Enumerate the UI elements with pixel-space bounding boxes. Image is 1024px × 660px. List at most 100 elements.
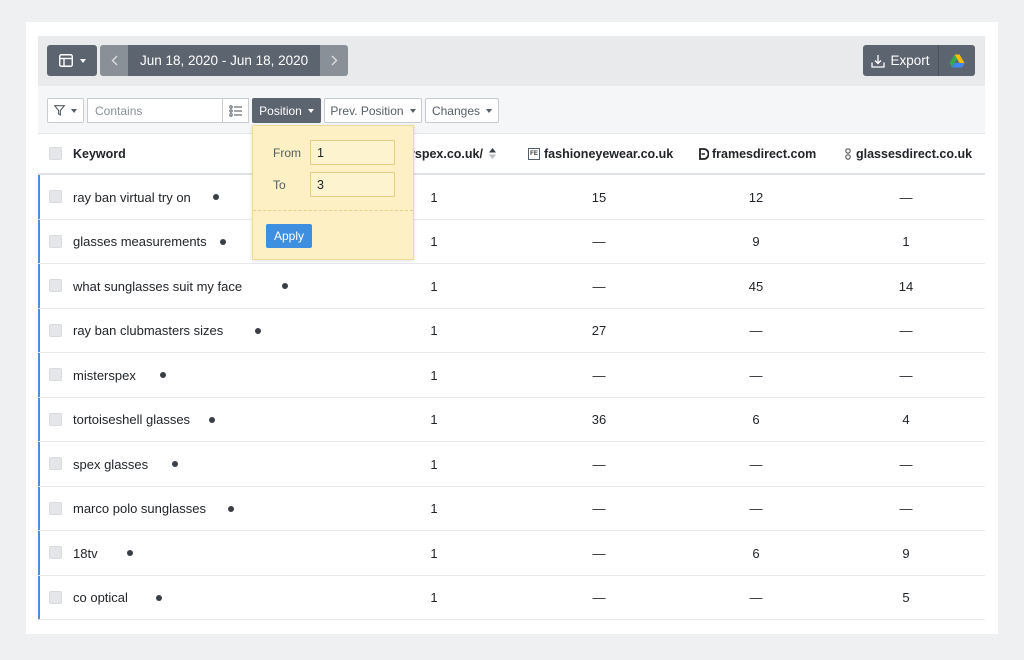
report-card: Jun 18, 2020 - Jun 18, 2020 Export Conta…	[26, 22, 998, 634]
row-checkbox[interactable]	[49, 412, 62, 426]
keyword-cell[interactable]: co optical	[73, 576, 162, 620]
fashioneyewear-position: 15	[591, 189, 607, 205]
column-framesdirect[interactable]: framesdirect.com	[698, 134, 816, 173]
fashioneyewear-position: —	[592, 278, 606, 294]
prev-position-filter-button[interactable]: Prev. Position	[324, 98, 422, 123]
date-range-button[interactable]: Jun 18, 2020 - Jun 18, 2020	[128, 45, 321, 76]
chevron-down-icon	[486, 108, 493, 113]
changes-filter-label: Changes	[431, 103, 481, 118]
row-checkbox[interactable]	[49, 546, 62, 559]
keyword-filter	[87, 98, 249, 123]
glassesdirect-position: 4	[902, 412, 910, 427]
keyword-cell[interactable]: misterspex	[73, 353, 166, 397]
framesdirect-position: 9	[752, 234, 760, 249]
to-input[interactable]	[310, 172, 395, 197]
fashioneyewear-position: —	[592, 234, 606, 249]
contains-input[interactable]	[88, 99, 222, 122]
misterspex-position: 1	[430, 545, 438, 561]
keyword-cell[interactable]: marco polo sunglasses	[73, 487, 234, 531]
next-date-button[interactable]	[320, 45, 349, 76]
column-misterspex[interactable]: rspex.co.uk/	[410, 134, 497, 173]
chevron-right-icon	[331, 55, 338, 66]
glassesdirect-position: 5	[902, 590, 910, 605]
column-fashioneyewear[interactable]: FE fashioneyewear.co.uk	[528, 134, 673, 173]
checkbox[interactable]	[49, 147, 62, 160]
glassesdirect-position: 14	[898, 278, 914, 294]
keyword-cell[interactable]: glasses measurements	[73, 220, 226, 264]
export-button[interactable]: Export	[863, 45, 939, 76]
framesdirect-position: 6	[752, 412, 760, 427]
table-row[interactable]: tortoiseshell glasses 1 36 6 4	[38, 397, 985, 442]
table-header: Keyword rspex.co.uk/ FE fashioneyewear.c…	[38, 134, 985, 175]
google-drive-icon	[949, 54, 965, 67]
row-checkbox[interactable]	[49, 590, 62, 604]
table-row[interactable]: glasses measurements 1—9 1	[38, 219, 985, 264]
chevron-down-icon	[307, 108, 314, 113]
prev-position-filter-label: Prev. Position	[330, 103, 404, 118]
table-row[interactable]: misterspex 1 — — —	[38, 353, 985, 398]
row-checkbox[interactable]	[49, 323, 62, 337]
column-glassesdirect[interactable]: glassesdirect.co.uk	[844, 134, 972, 173]
keyword-list-button[interactable]	[222, 99, 248, 122]
position-filter-label: Position	[259, 103, 302, 118]
fashioneyewear-position: 27	[591, 323, 607, 338]
column-keyword[interactable]: Keyword	[73, 134, 126, 173]
list-icon	[228, 104, 242, 117]
misterspex-position: 1	[430, 412, 438, 427]
select-all-checkbox[interactable]	[49, 134, 62, 173]
filter-type-button[interactable]	[47, 98, 84, 123]
status-dot-icon	[159, 372, 166, 378]
row-checkbox[interactable]	[49, 501, 62, 515]
table-row[interactable]: spex glasses 1 — — —	[38, 442, 985, 487]
glassesdirect-position: —	[899, 189, 913, 205]
fashioneyewear-position: 36	[591, 412, 607, 427]
table-row[interactable]: ray ban virtual try on 1 15 12—	[38, 175, 985, 220]
position-filter-button[interactable]: Position	[252, 98, 321, 123]
framesdirect-position: 12	[748, 189, 764, 205]
status-dot-icon	[172, 461, 179, 467]
layout-dropdown-button[interactable]	[47, 45, 97, 76]
table-row[interactable]: ray ban clubmasters sizes 1 27 — —	[38, 308, 985, 353]
keyword-text: misterspex	[73, 367, 136, 383]
google-drive-button[interactable]	[939, 45, 975, 76]
table-row[interactable]: 18tv 1 — 6 9	[38, 531, 985, 576]
keyword-cell[interactable]: tortoiseshell glasses	[73, 398, 216, 442]
to-label: To	[273, 178, 286, 192]
column-fashioneyewear-label: fashioneyewear.co.uk	[544, 146, 674, 161]
table-row[interactable]: co optical 1 — — 5	[38, 575, 985, 620]
keyword-cell[interactable]: ray ban clubmasters sizes	[73, 309, 262, 353]
framesdirect-position: 45	[748, 278, 764, 294]
keyword-text: marco polo sunglasses	[73, 501, 206, 516]
misterspex-position: 1	[430, 501, 438, 516]
status-dot-icon	[126, 550, 133, 556]
position-filter-popup: From To Apply	[252, 125, 414, 260]
row-checkbox[interactable]	[49, 457, 62, 470]
glassesdirect-favicon-icon	[845, 147, 851, 160]
glassesdirect-position: —	[899, 456, 913, 472]
apply-button[interactable]: Apply	[266, 224, 312, 248]
keyword-cell[interactable]: spex glasses	[73, 442, 179, 486]
row-checkbox[interactable]	[49, 190, 62, 203]
misterspex-position: 1	[430, 278, 438, 294]
row-checkbox[interactable]	[49, 368, 62, 381]
prev-date-button[interactable]	[100, 45, 128, 76]
row-checkbox[interactable]	[49, 234, 62, 248]
framesdirect-position: —	[749, 501, 763, 516]
keyword-cell[interactable]: ray ban virtual try on	[73, 175, 219, 219]
row-checkbox[interactable]	[49, 279, 62, 292]
from-input[interactable]	[310, 140, 395, 165]
keyword-text: co optical	[73, 590, 128, 605]
keyword-cell[interactable]: 18tv	[73, 531, 133, 575]
keyword-cell[interactable]: what sunglasses suit my face	[73, 264, 289, 308]
status-dot-icon	[209, 416, 216, 423]
table-row[interactable]: what sunglasses suit my face 1 — 45 14	[38, 264, 985, 309]
popup-divider	[253, 210, 413, 211]
fashioneyewear-favicon-icon: FE	[528, 147, 540, 160]
column-misterspex-label: rspex.co.uk/	[410, 146, 483, 161]
table-row[interactable]: marco polo sunglasses 1 — — —	[38, 486, 985, 531]
misterspex-position: 1	[430, 323, 438, 338]
framesdirect-position: —	[749, 323, 763, 338]
glassesdirect-position: —	[899, 323, 913, 338]
changes-filter-button[interactable]: Changes	[425, 98, 499, 123]
fashioneyewear-position: —	[592, 367, 606, 383]
